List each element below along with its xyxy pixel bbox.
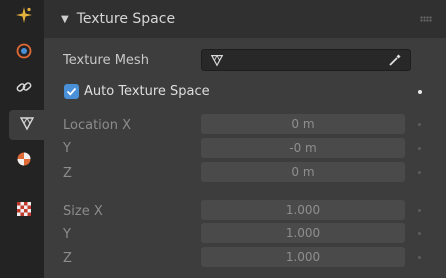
location-z-label: Z [63,166,72,181]
location-x-label: Location X [63,118,132,133]
mesh-data-icon [210,53,224,71]
keyframe-dot[interactable] [418,209,421,212]
location-y-field[interactable]: -0 m [201,138,405,158]
tab-texture[interactable] [9,196,39,226]
size-z-field[interactable]: 1.000 [201,247,405,267]
texture-mesh-field[interactable] [201,49,411,71]
tab-mesh-data[interactable] [9,110,44,140]
panel-header[interactable]: ▼ Texture Space [44,0,446,38]
tab-constraints[interactable] [9,74,39,104]
checkmark-icon [66,87,77,96]
tab-physics[interactable] [9,38,39,68]
mesh-data-icon [19,115,35,135]
constraint-icon [15,78,33,100]
keyframe-dot[interactable] [418,232,421,235]
keyframe-dot[interactable] [418,90,422,94]
physics-icon [16,43,32,63]
tab-tool[interactable] [9,2,39,32]
size-y-field[interactable]: 1.000 [201,223,405,243]
material-icon [16,151,32,171]
keyframe-dot[interactable] [418,123,421,126]
auto-texture-space-label[interactable]: Auto Texture Space [84,84,210,99]
sparkle-icon [15,6,33,28]
location-z-field[interactable]: 0 m [201,162,405,182]
location-y-label: Y [63,141,71,156]
properties-tab-strip [0,0,44,278]
size-x-field[interactable]: 1.000 [201,200,405,220]
texture-mesh-label: Texture Mesh [63,53,149,68]
drag-grip-icon[interactable] [420,16,432,22]
texture-space-panel: ▼ Texture Space Texture Mesh Auto Textur… [44,0,446,278]
size-y-label: Y [63,227,71,242]
texture-icon [17,202,31,220]
keyframe-dot[interactable] [418,147,421,150]
panel-title: Texture Space [76,11,176,27]
collapse-arrow-icon[interactable]: ▼ [61,14,69,25]
location-x-field[interactable]: 0 m [201,114,405,134]
auto-texture-space-checkbox[interactable] [64,84,79,99]
size-x-label: Size X [63,204,103,219]
eyedropper-icon[interactable] [388,53,402,71]
tab-material[interactable] [9,146,39,176]
keyframe-dot[interactable] [418,256,421,259]
size-z-label: Z [63,251,72,266]
keyframe-dot[interactable] [418,171,421,174]
